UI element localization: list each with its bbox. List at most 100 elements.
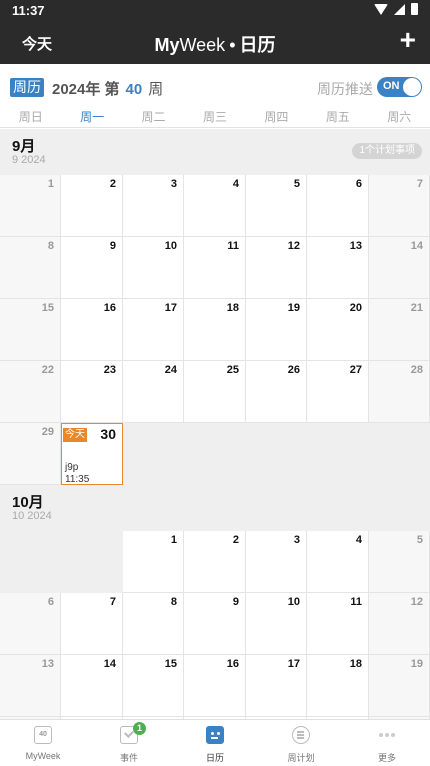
status-icons bbox=[374, 3, 418, 15]
day-cell[interactable]: 15 bbox=[123, 655, 184, 717]
calendar-robot-icon bbox=[206, 726, 224, 744]
day-cell[interactable]: 18 bbox=[307, 655, 369, 717]
day-cell[interactable]: 14 bbox=[369, 237, 430, 299]
day-number: 26 bbox=[287, 364, 300, 376]
day-cell[interactable]: 6 bbox=[0, 593, 61, 655]
day-cell[interactable]: 10 bbox=[246, 593, 307, 655]
day-cell[interactable]: 20 bbox=[307, 299, 369, 361]
day-cell[interactable]: 8 bbox=[123, 593, 184, 655]
day-number: 23 bbox=[103, 364, 116, 376]
day-cell[interactable]: 5 bbox=[246, 175, 307, 237]
day-cell[interactable]: 1 bbox=[123, 531, 184, 593]
day-cell[interactable]: 4 bbox=[184, 175, 246, 237]
day-cell[interactable]: 3 bbox=[246, 531, 307, 593]
week-indicator: 2024年 第 40 周 bbox=[52, 78, 163, 99]
day-number: 18 bbox=[226, 302, 239, 314]
day-cell[interactable]: 24 bbox=[123, 361, 184, 423]
month-header: 9月 9 2024 1个计划事项 bbox=[0, 129, 430, 175]
day-cell[interactable]: 9 bbox=[61, 237, 123, 299]
day-cell[interactable]: 23 bbox=[61, 361, 123, 423]
push-toggle[interactable]: ON bbox=[377, 77, 422, 97]
weekday-fri: 周五 bbox=[325, 110, 350, 124]
week-number: 40 bbox=[125, 81, 143, 98]
calendar-mode-badge[interactable]: 周历 bbox=[10, 78, 44, 97]
weekday-sun: 周日 bbox=[18, 110, 43, 124]
day-number: 15 bbox=[164, 658, 177, 670]
day-cell[interactable]: 7 bbox=[61, 593, 123, 655]
day-number: 13 bbox=[349, 240, 362, 252]
nav-calendar[interactable]: 日历 bbox=[172, 720, 258, 766]
day-cell[interactable]: 26 bbox=[246, 361, 307, 423]
day-cell[interactable]: 11 bbox=[307, 593, 369, 655]
month-name: 10月 bbox=[12, 494, 44, 511]
day-cell[interactable]: 6 bbox=[307, 175, 369, 237]
toggle-knob bbox=[403, 78, 421, 96]
day-number: 4 bbox=[355, 534, 362, 546]
day-cell[interactable]: 22 bbox=[0, 361, 61, 423]
day-cell[interactable]: 2 bbox=[184, 531, 246, 593]
day-cell[interactable]: 8 bbox=[0, 237, 61, 299]
nav-events[interactable]: 1 事件 bbox=[86, 720, 172, 766]
day-cell[interactable]: 18 bbox=[184, 299, 246, 361]
event-title[interactable]: j9p bbox=[65, 462, 78, 473]
day-number: 12 bbox=[410, 596, 423, 608]
nav-label: 更多 bbox=[377, 753, 396, 763]
day-cell[interactable]: 3 bbox=[123, 175, 184, 237]
day-cell[interactable]: 14 bbox=[61, 655, 123, 717]
brand-my: My bbox=[154, 35, 180, 55]
day-cell[interactable]: 15 bbox=[0, 299, 61, 361]
day-cell[interactable]: 13 bbox=[307, 237, 369, 299]
day-number: 30 bbox=[100, 426, 116, 442]
day-cell[interactable]: 2 bbox=[61, 175, 123, 237]
day-cell[interactable]: 25 bbox=[184, 361, 246, 423]
day-number: 22 bbox=[41, 364, 54, 376]
day-cell[interactable]: 13 bbox=[0, 655, 61, 717]
day-cell[interactable]: 28 bbox=[369, 361, 430, 423]
calendar-scroll[interactable]: 9月 9 2024 1个计划事项 1 2 3 4 5 6 7 8 9 10 11 12 13 14 15 16 17 1… bbox=[0, 129, 430, 719]
plan-count-pill[interactable]: 1个计划事项 bbox=[352, 143, 422, 159]
day-number: 25 bbox=[226, 364, 239, 376]
day-cell[interactable]: 16 bbox=[184, 655, 246, 717]
day-cell[interactable]: 17 bbox=[246, 655, 307, 717]
day-cell[interactable]: 12 bbox=[369, 593, 430, 655]
day-number: 3 bbox=[170, 178, 177, 190]
calendar-week-row: 1 2 3 4 5 bbox=[0, 531, 430, 593]
weekday-header: 周日 周一 周二 周三 周四 周五 周六 bbox=[0, 108, 430, 128]
nav-weekly-plan[interactable]: 周计划 bbox=[258, 720, 344, 766]
day-cell[interactable]: 17 bbox=[123, 299, 184, 361]
day-number: 14 bbox=[103, 658, 116, 670]
nav-myweek[interactable]: 40 MyWeek bbox=[0, 720, 86, 766]
day-number: 17 bbox=[287, 658, 300, 670]
calendar-week-row: 13 14 15 16 17 18 19 bbox=[0, 655, 430, 717]
day-number: 13 bbox=[41, 658, 54, 670]
day-number: 11 bbox=[350, 596, 362, 608]
day-cell[interactable]: 19 bbox=[369, 655, 430, 717]
add-button[interactable]: + bbox=[400, 25, 416, 55]
day-cell[interactable]: 12 bbox=[246, 237, 307, 299]
day-cell[interactable]: 9 bbox=[184, 593, 246, 655]
day-cell[interactable]: 27 bbox=[307, 361, 369, 423]
day-number: 19 bbox=[410, 658, 423, 670]
month-name: 9月 bbox=[12, 138, 36, 155]
nav-more[interactable]: 更多 bbox=[344, 720, 430, 766]
nav-label: MyWeek bbox=[25, 751, 61, 761]
day-cell[interactable]: 7 bbox=[369, 175, 430, 237]
bottom-nav: 40 MyWeek 1 事件 日历 周计划 更多 bbox=[0, 719, 430, 766]
day-cell[interactable]: 11 bbox=[184, 237, 246, 299]
day-cell[interactable]: 19 bbox=[246, 299, 307, 361]
day-number: 9 bbox=[232, 596, 239, 608]
day-cell[interactable]: 10 bbox=[123, 237, 184, 299]
nav-label: 周计划 bbox=[287, 753, 315, 763]
day-cell[interactable]: 21 bbox=[369, 299, 430, 361]
day-cell[interactable]: 5 bbox=[369, 531, 430, 593]
day-cell-today[interactable]: 30 今天 j9p 11:35 bbox=[61, 423, 123, 485]
day-number: 15 bbox=[41, 302, 54, 314]
day-number: 14 bbox=[410, 240, 423, 252]
toggle-on-text: ON bbox=[383, 80, 400, 92]
day-cell[interactable]: 29 bbox=[0, 423, 61, 485]
day-number: 6 bbox=[47, 596, 54, 608]
day-cell[interactable]: 1 bbox=[0, 175, 61, 237]
day-cell[interactable]: 4 bbox=[307, 531, 369, 593]
day-number: 11 bbox=[227, 240, 239, 252]
day-cell[interactable]: 16 bbox=[61, 299, 123, 361]
